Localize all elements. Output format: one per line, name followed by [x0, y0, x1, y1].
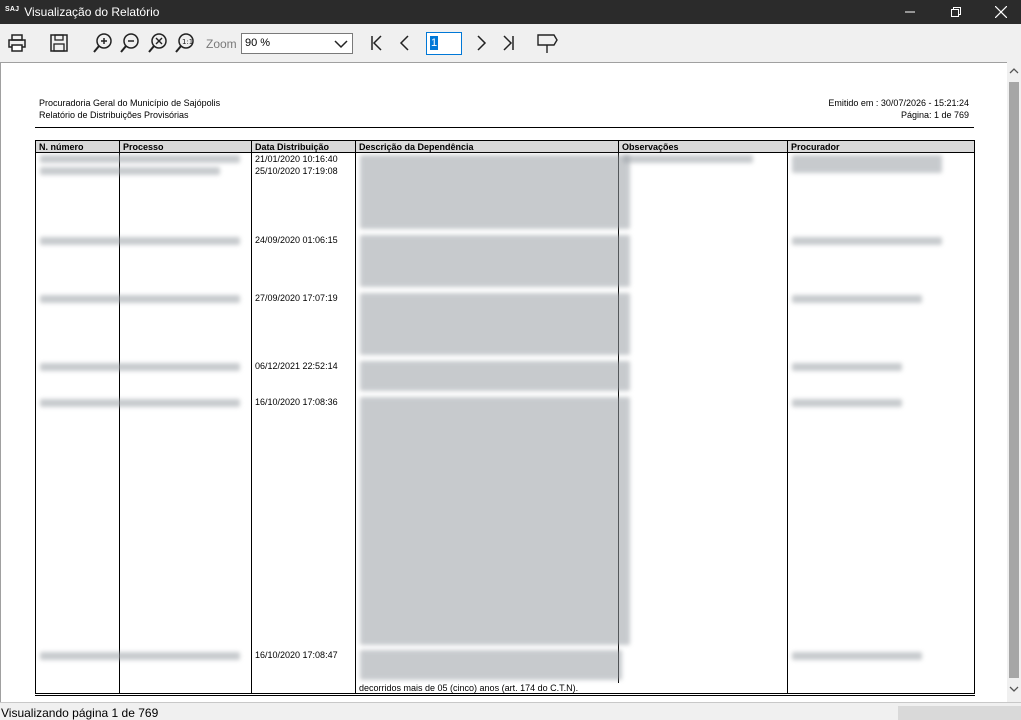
first-page-icon — [371, 35, 382, 51]
zoom-value: 90 % — [245, 37, 271, 49]
table-header: N. número Processo Data Distribuição Des… — [36, 141, 974, 153]
next-page-button[interactable] — [468, 30, 494, 56]
redacted-cell — [40, 652, 240, 660]
zoom-actual-size-button[interactable]: 1:1 — [172, 30, 198, 56]
redacted-cell — [40, 167, 220, 175]
zoom-label: Zoom — [206, 37, 237, 51]
row-date: 21/01/2020 10:16:40 — [255, 154, 338, 164]
column-divider — [355, 153, 356, 693]
status-text: Visualizando página 1 de 769 — [1, 706, 159, 720]
zoom-fit-button[interactable] — [145, 30, 171, 56]
column-header-data-distribuicao: Data Distribuição — [252, 141, 356, 153]
close-button[interactable] — [978, 0, 1021, 24]
report-organization: Procuradoria Geral do Município de Sajóp… — [39, 98, 221, 108]
zoom-in-button[interactable] — [90, 30, 116, 56]
redacted-cell — [40, 363, 240, 371]
column-header-n-numero: N. número — [36, 141, 120, 153]
row-date: 06/12/2021 22:52:14 — [255, 361, 338, 371]
row-date: 24/09/2020 01:06:15 — [255, 235, 338, 245]
first-page-button[interactable] — [364, 30, 390, 56]
save-icon — [50, 34, 68, 52]
zoom-fit-icon — [148, 33, 167, 53]
prev-page-icon — [399, 35, 409, 51]
title-bar: SAJ Visualização do Relatório — [0, 0, 1021, 24]
description-last-line: decorridos mais de 05 (cinco) anos (art.… — [359, 683, 579, 693]
flag-button[interactable] — [534, 30, 560, 56]
scroll-up-icon[interactable] — [1009, 66, 1019, 76]
svg-text:1:1: 1:1 — [182, 38, 193, 46]
redacted-observation — [623, 155, 753, 163]
column-header-processo: Processo — [120, 141, 252, 153]
redacted-description — [360, 650, 622, 680]
page-number-value: 1 — [430, 36, 439, 50]
row-date: 16/10/2020 17:08:47 — [255, 650, 338, 660]
status-bar: Visualizando página 1 de 769 — [0, 702, 1021, 720]
redacted-cell — [40, 155, 240, 163]
page-number-input[interactable]: 1 — [426, 32, 462, 55]
redacted-procurador — [792, 399, 902, 407]
report-header-rule — [35, 127, 974, 128]
report-bottom-rule — [35, 695, 975, 696]
column-header-observacoes: Observações — [619, 141, 788, 153]
redacted-procurador — [792, 652, 922, 660]
redacted-procurador — [792, 237, 942, 245]
flag-icon — [537, 34, 558, 53]
report-page: Página: 1 de 769 — [900, 110, 969, 120]
redacted-procurador — [792, 295, 922, 303]
minimize-button[interactable] — [887, 0, 933, 24]
status-panel — [898, 706, 1021, 720]
row-date: 25/10/2020 17:19:08 — [255, 166, 338, 176]
close-icon — [995, 6, 1007, 18]
report-table: N. número Processo Data Distribuição Des… — [35, 140, 975, 694]
app-logo: SAJ — [5, 6, 20, 13]
row-date: 27/09/2020 17:07:19 — [255, 293, 338, 303]
prev-page-button[interactable] — [392, 30, 418, 56]
print-icon — [8, 34, 26, 52]
next-page-icon — [477, 35, 487, 51]
zoom-in-icon — [93, 33, 112, 53]
toolbar: 1:1 Zoom 90 % 1 — [0, 24, 1021, 62]
redacted-cell — [40, 237, 240, 245]
last-page-icon — [503, 35, 514, 51]
report-viewer[interactable]: Procuradoria Geral do Município de Sajóp… — [0, 62, 1007, 702]
last-page-button[interactable] — [495, 30, 521, 56]
column-header-procurador: Procurador — [791, 142, 840, 152]
redacted-procurador — [792, 363, 902, 371]
save-button[interactable] — [46, 30, 72, 56]
redacted-description — [360, 155, 630, 229]
scrollbar-thumb[interactable] — [1009, 82, 1019, 678]
column-divider — [787, 153, 788, 693]
column-divider — [251, 153, 252, 693]
redacted-procurador — [792, 155, 942, 173]
redacted-cell — [40, 399, 240, 407]
zoom-actual-icon: 1:1 — [175, 33, 194, 53]
restore-icon — [951, 7, 961, 17]
redacted-description — [360, 235, 630, 287]
restore-button[interactable] — [933, 0, 979, 24]
column-header-descricao: Descrição da Dependência — [356, 141, 619, 153]
zoom-out-icon — [120, 33, 139, 53]
row-date: 16/10/2020 17:08:36 — [255, 397, 338, 407]
print-button[interactable] — [4, 30, 30, 56]
scroll-down-icon[interactable] — [1009, 684, 1019, 694]
column-divider — [119, 153, 120, 693]
minimize-icon — [905, 11, 915, 13]
vertical-scrollbar[interactable] — [1007, 62, 1021, 702]
chevron-down-icon — [334, 40, 348, 49]
redacted-description — [360, 397, 630, 645]
zoom-out-button[interactable] — [117, 30, 143, 56]
redacted-cell — [40, 295, 240, 303]
zoom-select[interactable]: 90 % — [241, 33, 353, 54]
report-emitted: Emitido em : 30/07/2026 - 15:21:24 — [828, 98, 969, 108]
report-name: Relatório de Distribuições Provisórias — [39, 110, 189, 120]
window-title: Visualização do Relatório — [24, 5, 160, 19]
redacted-description — [360, 361, 630, 391]
redacted-description — [360, 293, 630, 355]
